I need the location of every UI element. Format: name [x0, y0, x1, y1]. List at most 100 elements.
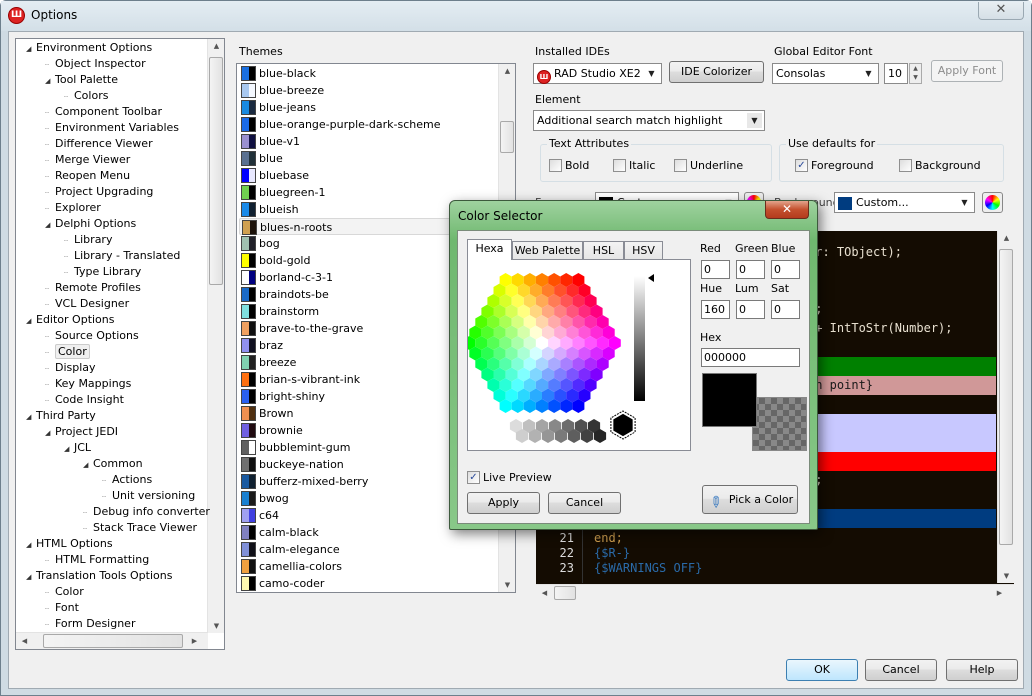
tree-item[interactable]: ┄ Component Toolbar — [45, 104, 162, 120]
scroll-left-icon[interactable]: ◀ — [536, 589, 553, 597]
tree-item[interactable]: ┄ HTML Formatting — [45, 552, 149, 568]
scroll-down-icon[interactable]: ▼ — [499, 581, 515, 589]
foreground-default-checkbox[interactable]: ✓ Foreground — [795, 159, 874, 172]
tree-hscroll-thumb[interactable] — [43, 634, 183, 648]
tree-item[interactable]: ┄ Form Designer — [45, 616, 135, 632]
tree-item[interactable]: ┄ Merge Viewer — [45, 152, 130, 168]
tree-vertical-scrollbar[interactable]: ▲ ▼ — [207, 39, 224, 633]
luminance-pointer-icon[interactable] — [648, 274, 654, 282]
expand-triangle-icon[interactable]: ◢ — [83, 457, 93, 473]
scroll-up-icon[interactable]: ▲ — [208, 42, 224, 50]
code-vertical-scrollbar[interactable]: ▲ ▼ — [997, 231, 1014, 583]
tree-scroll-thumb[interactable] — [209, 57, 223, 285]
scroll-down-icon[interactable]: ▼ — [998, 572, 1014, 580]
tree-item[interactable]: ◢ JCL — [64, 440, 91, 456]
tab-hexa[interactable]: Hexa — [467, 239, 512, 260]
help-button[interactable]: Help — [946, 659, 1018, 681]
cancel-button[interactable]: Cancel — [865, 659, 937, 681]
blue-input[interactable]: 0 — [771, 260, 800, 279]
expand-triangle-icon[interactable]: ◢ — [45, 425, 55, 441]
tree-horizontal-scrollbar[interactable]: ◀ ▶ — [16, 632, 208, 649]
pick-color-button[interactable]: ✎ Pick a Color — [702, 485, 798, 514]
expand-triangle-icon[interactable]: ◢ — [26, 409, 36, 425]
tree-item[interactable]: ┄ Object Inspector — [45, 56, 146, 72]
tree-item[interactable]: ┄ Colors — [64, 88, 108, 104]
window-close-button[interactable]: ✕ — [978, 2, 1024, 20]
tree-item[interactable]: ┄ Type Library — [64, 264, 141, 280]
tree-item[interactable]: ┄ Code Insight — [45, 392, 124, 408]
theme-list-item[interactable]: blue-jeans — [239, 99, 497, 116]
underline-checkbox[interactable]: Underline — [674, 159, 743, 172]
code-horizontal-scrollbar[interactable]: ◀ ▶ — [536, 584, 1014, 601]
apply-font-button[interactable]: Apply Font — [931, 60, 1003, 82]
tree-item[interactable]: ┄ Explorer — [45, 200, 101, 216]
background-color-select[interactable]: Custom... ▼ — [834, 192, 975, 213]
scroll-right-icon[interactable]: ▶ — [186, 637, 203, 645]
tree-item[interactable]: ┄ Library - Translated — [64, 248, 180, 264]
ide-colorizer-button[interactable]: IDE Colorizer — [669, 61, 764, 83]
scroll-down-icon[interactable]: ▼ — [208, 622, 224, 630]
italic-checkbox[interactable]: Italic — [613, 159, 655, 172]
code-scroll-thumb[interactable] — [999, 249, 1013, 545]
background-color-wheel-button[interactable] — [982, 192, 1003, 213]
tree-item[interactable]: ┄ Key Mappings — [45, 376, 131, 392]
bold-checkbox[interactable]: Bold — [549, 159, 589, 172]
lum-input[interactable]: 0 — [736, 300, 765, 319]
element-select[interactable]: Additional search match highlight ▼ — [533, 110, 765, 131]
tree-item[interactable]: ┄ Source Options — [45, 328, 139, 344]
dialog-close-button[interactable]: ✕ — [765, 201, 809, 219]
expand-triangle-icon[interactable]: ◢ — [26, 569, 36, 585]
green-input[interactable]: 0 — [736, 260, 765, 279]
tree-item[interactable]: ┄ Difference Viewer — [45, 136, 153, 152]
tree-item[interactable]: ┄ Debug info converter — [83, 504, 210, 520]
themes-scroll-thumb[interactable] — [500, 121, 514, 153]
tree-item[interactable]: ┄ Color — [45, 584, 84, 600]
theme-list-item[interactable]: camellia-colors — [239, 558, 497, 575]
tree-item[interactable]: ┄ Reopen Menu — [45, 168, 130, 184]
tree-item[interactable]: ┄ Project Upgrading — [45, 184, 153, 200]
sat-input[interactable]: 0 — [771, 300, 800, 319]
tree-item[interactable]: ┄ Remote Profiles — [45, 280, 141, 296]
scroll-up-icon[interactable]: ▲ — [499, 67, 515, 75]
theme-list-item[interactable]: blue-breeze — [239, 82, 497, 99]
theme-list-item[interactable]: bluebase — [239, 167, 497, 184]
scroll-right-icon[interactable]: ▶ — [991, 589, 1008, 597]
expand-triangle-icon[interactable]: ◢ — [45, 217, 55, 233]
expand-triangle-icon[interactable]: ◢ — [26, 313, 36, 329]
ok-button[interactable]: OK — [786, 659, 858, 681]
tab-hsl[interactable]: HSL — [583, 241, 624, 260]
scroll-up-icon[interactable]: ▲ — [998, 234, 1014, 242]
theme-list-item[interactable]: camo-coder — [239, 575, 497, 592]
tree-item[interactable]: ◢ Delphi Options — [45, 216, 136, 232]
hex-input[interactable]: 000000 — [701, 348, 800, 367]
theme-list-item[interactable]: blue-orange-purple-dark-scheme — [239, 116, 497, 133]
tree-item[interactable]: ┄ Environment Variables — [45, 120, 179, 136]
tree-item[interactable]: ┄ Display — [45, 360, 96, 376]
red-input[interactable]: 0 — [701, 260, 730, 279]
installed-ides-select[interactable]: Ш RAD Studio XE2 ▼ — [533, 63, 662, 84]
tree-item[interactable]: ◢ Environment Options — [26, 40, 152, 56]
expand-triangle-icon[interactable]: ◢ — [26, 41, 36, 57]
live-preview-checkbox[interactable]: ✓ Live Preview — [467, 471, 552, 484]
tree-item[interactable]: ◢ Common — [83, 456, 143, 472]
font-size-input[interactable]: 10 — [884, 63, 908, 84]
tree-item[interactable]: ◢ Translation Tools Options — [26, 568, 172, 584]
tree-item[interactable]: ◢ Tool Palette — [45, 72, 118, 88]
tree-item[interactable]: ◢ Project JEDI — [45, 424, 118, 440]
selected-black-hex[interactable] — [611, 412, 635, 438]
tree-item[interactable]: ┄ VCL Designer — [45, 296, 129, 312]
theme-list-item[interactable]: blue-black — [239, 65, 497, 82]
font-size-spinner[interactable]: ▲ ▼ — [909, 63, 922, 84]
background-default-checkbox[interactable]: Background — [899, 159, 981, 172]
tree-item[interactable]: ┄ Stack Trace Viewer — [83, 520, 197, 536]
hue-input[interactable]: 160 — [701, 300, 730, 319]
font-select[interactable]: Consolas ▼ — [772, 63, 879, 84]
expand-triangle-icon[interactable]: ◢ — [26, 537, 36, 553]
theme-list-item[interactable]: blue-v1 — [239, 133, 497, 150]
tree-item[interactable]: ┄ Unit versioning — [102, 488, 195, 504]
hexagon-color-picker[interactable] — [463, 260, 692, 452]
scroll-left-icon[interactable]: ◀ — [16, 637, 33, 645]
theme-list-item[interactable]: blue — [239, 150, 497, 167]
code-hscroll-thumb[interactable] — [554, 586, 576, 600]
tree-item[interactable]: ┄ Font — [45, 600, 79, 616]
